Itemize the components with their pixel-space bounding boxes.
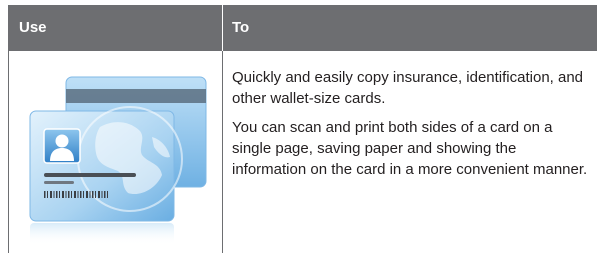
- row-left-border: [8, 51, 9, 253]
- table-header: Use To: [8, 5, 597, 51]
- id-card-globe-icon: [22, 67, 214, 245]
- to-description: Quickly and easily copy insurance, ident…: [232, 67, 592, 188]
- header-divider: [222, 5, 223, 51]
- row-middle-border: [222, 51, 223, 253]
- description-paragraph-1: Quickly and easily copy insurance, ident…: [232, 69, 584, 107]
- header-to: To: [232, 19, 250, 36]
- description-paragraph-2: You can scan and print both sides of a c…: [232, 119, 588, 178]
- header-use: Use: [19, 19, 47, 36]
- feature-table: Use To Quickly and easily copy insurance…: [8, 5, 597, 253]
